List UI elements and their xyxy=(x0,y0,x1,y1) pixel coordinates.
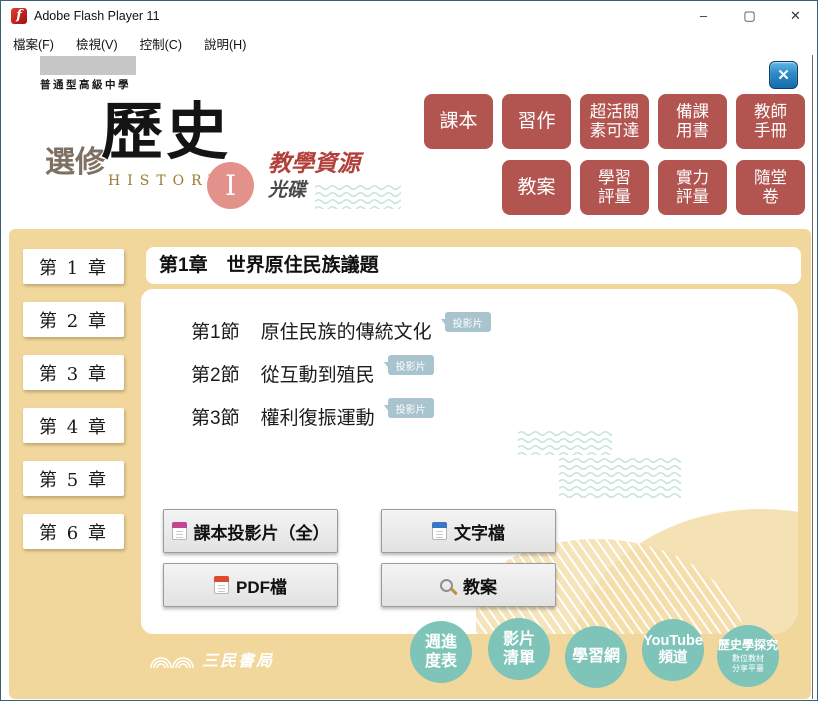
section-title: 從互動到殖民 xyxy=(261,360,375,387)
publisher-arcs-icon xyxy=(149,650,195,668)
section-number: 第2節 xyxy=(191,360,240,387)
file-button-label: 文字檔 xyxy=(454,519,505,544)
circle-label: 學習網 xyxy=(572,647,620,666)
circle-label: 影片 清單 xyxy=(503,630,535,668)
quiz-sheet-button[interactable]: 隨堂 卷 xyxy=(736,160,805,215)
history-explore-circle[interactable]: 歷史學探究 數位教材 分享平臺 xyxy=(717,625,779,687)
sidebar-chapter-4[interactable]: 第 4 章 xyxy=(23,408,124,443)
video-list-circle[interactable]: 影片 清單 xyxy=(488,618,550,680)
menu-help[interactable]: 說明(H) xyxy=(200,32,250,55)
youtube-channel-circle[interactable]: YouTube 頻道 xyxy=(642,619,704,681)
pdf-file-icon xyxy=(214,576,229,594)
ppt-file-icon xyxy=(172,522,187,540)
wave-decoration xyxy=(559,456,681,500)
reading-literacy-button[interactable]: 超活閱 素可達 xyxy=(580,94,649,149)
slides-badge[interactable]: 投影片 xyxy=(388,398,434,418)
ability-assessment-button[interactable]: 實力 評量 xyxy=(658,160,727,215)
text-file-button[interactable]: 文字檔 xyxy=(381,509,556,553)
chapter-content-panel: 第1節 原住民族的傳統文化 投影片 第2節 從互動到殖民 投影片 第3節 權利復… xyxy=(141,289,798,634)
resource-buttons-row2: 教案 學習 評量 實力 評量 隨堂 卷 xyxy=(502,160,805,215)
magnifier-icon xyxy=(440,579,453,592)
circle-label: YouTube 頻道 xyxy=(643,633,703,668)
learning-site-circle[interactable]: 學習網 xyxy=(565,626,627,688)
volume-badge: I xyxy=(207,162,254,209)
section-1-link[interactable]: 第1節 原住民族的傳統文化 投影片 xyxy=(191,317,491,344)
publisher-name: 三民書局 xyxy=(202,647,274,671)
maximize-button[interactable]: ▢ xyxy=(727,1,772,31)
sidebar-chapter-2[interactable]: 第 2 章 xyxy=(23,302,124,337)
menu-file[interactable]: 檔案(F) xyxy=(9,32,58,55)
flash-player-window: f Adobe Flash Player 11 – ▢ ✕ 檔案(F) 檢視(V… xyxy=(0,0,818,701)
titlebar: f Adobe Flash Player 11 – ▢ ✕ xyxy=(1,1,818,31)
subject-title: 歷史 xyxy=(101,99,231,164)
resource-buttons-row1: 課本 習作 超活閱 素可達 備課 用書 教師 手冊 xyxy=(424,94,805,149)
file-button-label: 教案 xyxy=(463,573,497,598)
textbook-slides-all-button[interactable]: 課本投影片（全） xyxy=(163,509,338,553)
circle-sublabel: 數位教材 分享平臺 xyxy=(732,654,764,674)
lesson-plan-button[interactable]: 教案 xyxy=(502,160,571,215)
textbook-button[interactable]: 課本 xyxy=(424,94,493,149)
minimize-button[interactable]: – xyxy=(681,1,726,31)
doc-file-icon xyxy=(432,522,447,540)
close-window-button[interactable]: ✕ xyxy=(773,1,818,31)
teacher-manual-button[interactable]: 教師 手冊 xyxy=(736,94,805,149)
workbook-button[interactable]: 習作 xyxy=(502,94,571,149)
file-button-label: PDF檔 xyxy=(236,573,287,598)
circle-label: 歷史學探究 xyxy=(718,638,778,652)
sidebar-chapter-3[interactable]: 第 3 章 xyxy=(23,355,124,390)
flash-stage: 普通型高級中學 選修 歷史 HISTORY I 教學資源 光碟 課本 習作 超活… xyxy=(1,55,813,699)
wave-decoration xyxy=(518,429,612,455)
section-number: 第1節 xyxy=(191,317,240,344)
circle-label: 週進 度表 xyxy=(425,633,457,671)
publisher-logo-placeholder xyxy=(40,56,136,75)
section-3-link[interactable]: 第3節 權利復振運動 投影片 xyxy=(191,403,434,430)
chapter-heading: 第1章 世界原住民族議題 xyxy=(146,247,801,284)
close-panel-button[interactable]: ✕ xyxy=(769,61,798,89)
learning-assessment-button[interactable]: 學習 評量 xyxy=(580,160,649,215)
lesson-plan-search-button[interactable]: 教案 xyxy=(381,563,556,607)
section-2-link[interactable]: 第2節 從互動到殖民 投影片 xyxy=(191,360,434,387)
teaching-resource-label: 教學資源 xyxy=(268,144,360,178)
window-title: Adobe Flash Player 11 xyxy=(34,9,160,23)
sidebar-chapter-5[interactable]: 第 5 章 xyxy=(23,461,124,496)
menubar: 檔案(F) 檢視(V) 控制(C) 說明(H) xyxy=(1,31,818,55)
sidebar-chapter-1[interactable]: 第 1 章 xyxy=(23,249,124,284)
publisher-logo: 三民書局 xyxy=(149,647,274,671)
menu-control[interactable]: 控制(C) xyxy=(136,32,186,55)
pdf-file-button[interactable]: PDF檔 xyxy=(163,563,338,607)
section-number: 第3節 xyxy=(191,403,240,430)
lesson-prep-book-button[interactable]: 備課 用書 xyxy=(658,94,727,149)
title-prefix: 選修 xyxy=(45,137,105,181)
flash-player-icon: f xyxy=(11,8,27,24)
file-buttons-grid: 課本投影片（全） 文字檔 PDF檔 教案 xyxy=(163,509,556,607)
file-button-label: 課本投影片（全） xyxy=(194,519,330,544)
section-title: 權利復振運動 xyxy=(261,403,375,430)
wave-decoration xyxy=(315,183,401,209)
school-type-label: 普通型高級中學 xyxy=(40,77,131,92)
section-title: 原住民族的傳統文化 xyxy=(261,317,432,344)
weekly-schedule-circle[interactable]: 週進 度表 xyxy=(410,621,472,683)
menu-view[interactable]: 檢視(V) xyxy=(72,32,122,55)
slides-badge[interactable]: 投影片 xyxy=(388,355,434,375)
sidebar-chapter-6[interactable]: 第 6 章 xyxy=(23,514,124,549)
disc-label: 光碟 xyxy=(268,175,306,202)
slides-badge[interactable]: 投影片 xyxy=(445,312,491,332)
